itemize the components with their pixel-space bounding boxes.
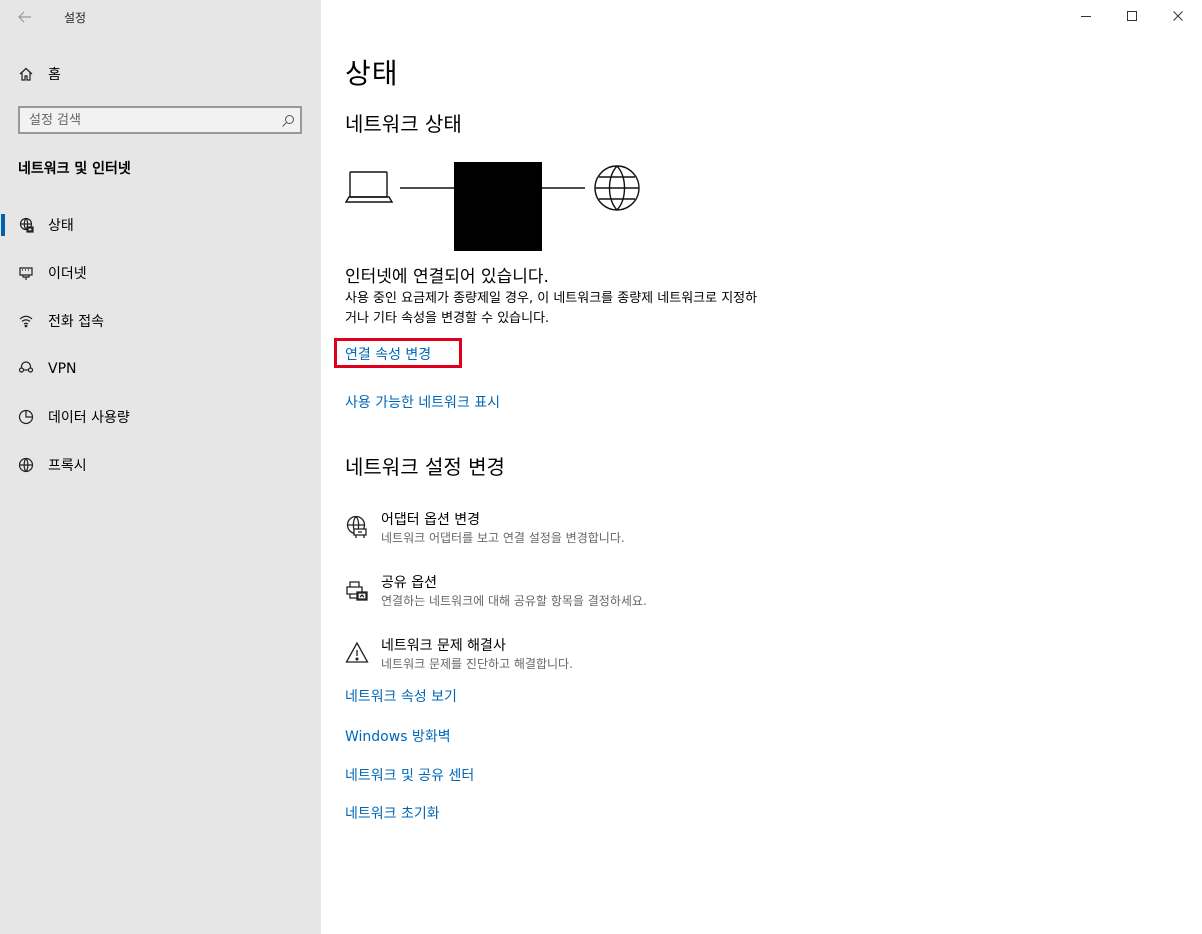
sidebar-item-label: 전화 접속 [48, 314, 104, 330]
main-panel: 상태 네트워크 상태 인터넷에 연결되어 있습니다. 사용 중인 요금제가 종량… [321, 0, 1202, 934]
maximize-icon[interactable] [1109, 0, 1155, 32]
sidebar-item-dialup[interactable]: 전화 접속 [0, 301, 321, 341]
sidebar-item-ethernet[interactable]: 이더넷 [0, 253, 321, 293]
option-title: 네트워크 문제 해결사 [381, 638, 506, 654]
sharing-options[interactable]: 공유 옵션 연결하는 네트워크에 대해 공유할 항목을 결정하세요. [345, 572, 845, 616]
dialup-icon [18, 313, 34, 329]
change-settings-heading: 네트워크 설정 변경 [345, 455, 505, 479]
proxy-globe-icon [18, 457, 34, 473]
option-subtitle: 연결하는 네트워크에 대해 공유할 항목을 결정하세요. [381, 594, 647, 608]
network-status-heading: 네트워크 상태 [345, 112, 462, 136]
internet-globe-icon [594, 165, 640, 211]
adapter-options[interactable]: 어댑터 옵션 변경 네트워크 어댑터를 보고 연결 설정을 변경합니다. [345, 509, 845, 553]
sidebar-item-vpn[interactable]: VPN [0, 349, 321, 389]
sidebar-item-label: 이더넷 [48, 266, 87, 282]
adapter-icon [345, 515, 369, 539]
ethernet-icon [18, 265, 34, 281]
sidebar-item-proxy[interactable]: 프록시 [0, 445, 321, 485]
search-box[interactable] [18, 106, 302, 134]
show-available-networks-link[interactable]: 사용 가능한 네트워크 표시 [345, 392, 500, 412]
vpn-icon [18, 361, 34, 377]
back-arrow-icon[interactable] [14, 6, 36, 28]
status-globe-icon [18, 217, 34, 233]
redacted-block [454, 162, 542, 251]
sidebar-item-status[interactable]: 상태 [0, 205, 321, 245]
sidebar-item-label: 프록시 [48, 458, 87, 474]
sidebar-item-label: 데이터 사용량 [48, 410, 130, 426]
nav-home[interactable]: 홈 [18, 64, 61, 84]
network-sharing-center-link[interactable]: 네트워크 및 공유 센터 [345, 765, 474, 785]
sidebar: 설정 홈 네트워크 및 인터넷 상태 이더넷 전화 접속 VP [0, 0, 321, 934]
nav-home-label: 홈 [48, 67, 61, 83]
option-subtitle: 네트워크 어댑터를 보고 연결 설정을 변경합니다. [381, 531, 625, 545]
home-icon [18, 66, 34, 82]
option-subtitle: 네트워크 문제를 진단하고 해결합니다. [381, 657, 573, 671]
network-troubleshooter[interactable]: 네트워크 문제 해결사 네트워크 문제를 진단하고 해결합니다. [345, 635, 845, 679]
app-title: 설정 [64, 11, 87, 25]
minimize-icon[interactable] [1063, 0, 1109, 32]
sidebar-item-label: VPN [48, 361, 77, 377]
section-label: 네트워크 및 인터넷 [18, 161, 131, 177]
status-description: 사용 중인 요금제가 종량제일 경우, 이 네트워크를 종량제 네트워크로 지정… [345, 291, 758, 326]
change-connection-properties-link[interactable]: 연결 속성 변경 [345, 344, 431, 364]
data-usage-icon [18, 409, 34, 425]
view-network-properties-link[interactable]: 네트워크 속성 보기 [345, 686, 457, 706]
option-title: 어댑터 옵션 변경 [381, 512, 481, 528]
search-input[interactable] [20, 108, 271, 132]
page-title: 상태 [345, 57, 399, 90]
option-title: 공유 옵션 [381, 575, 437, 591]
connection-status: 인터넷에 연결되어 있습니다. [345, 267, 549, 287]
warning-icon [345, 641, 369, 665]
laptop-icon [345, 171, 394, 203]
sidebar-item-label: 상태 [48, 218, 74, 234]
windows-firewall-link[interactable]: Windows 방화벽 [345, 726, 451, 746]
search-icon[interactable] [281, 113, 295, 127]
sidebar-item-data-usage[interactable]: 데이터 사용량 [0, 397, 321, 437]
network-reset-link[interactable]: 네트워크 초기화 [345, 803, 440, 823]
sharing-icon [345, 578, 369, 602]
close-icon[interactable] [1155, 0, 1201, 32]
